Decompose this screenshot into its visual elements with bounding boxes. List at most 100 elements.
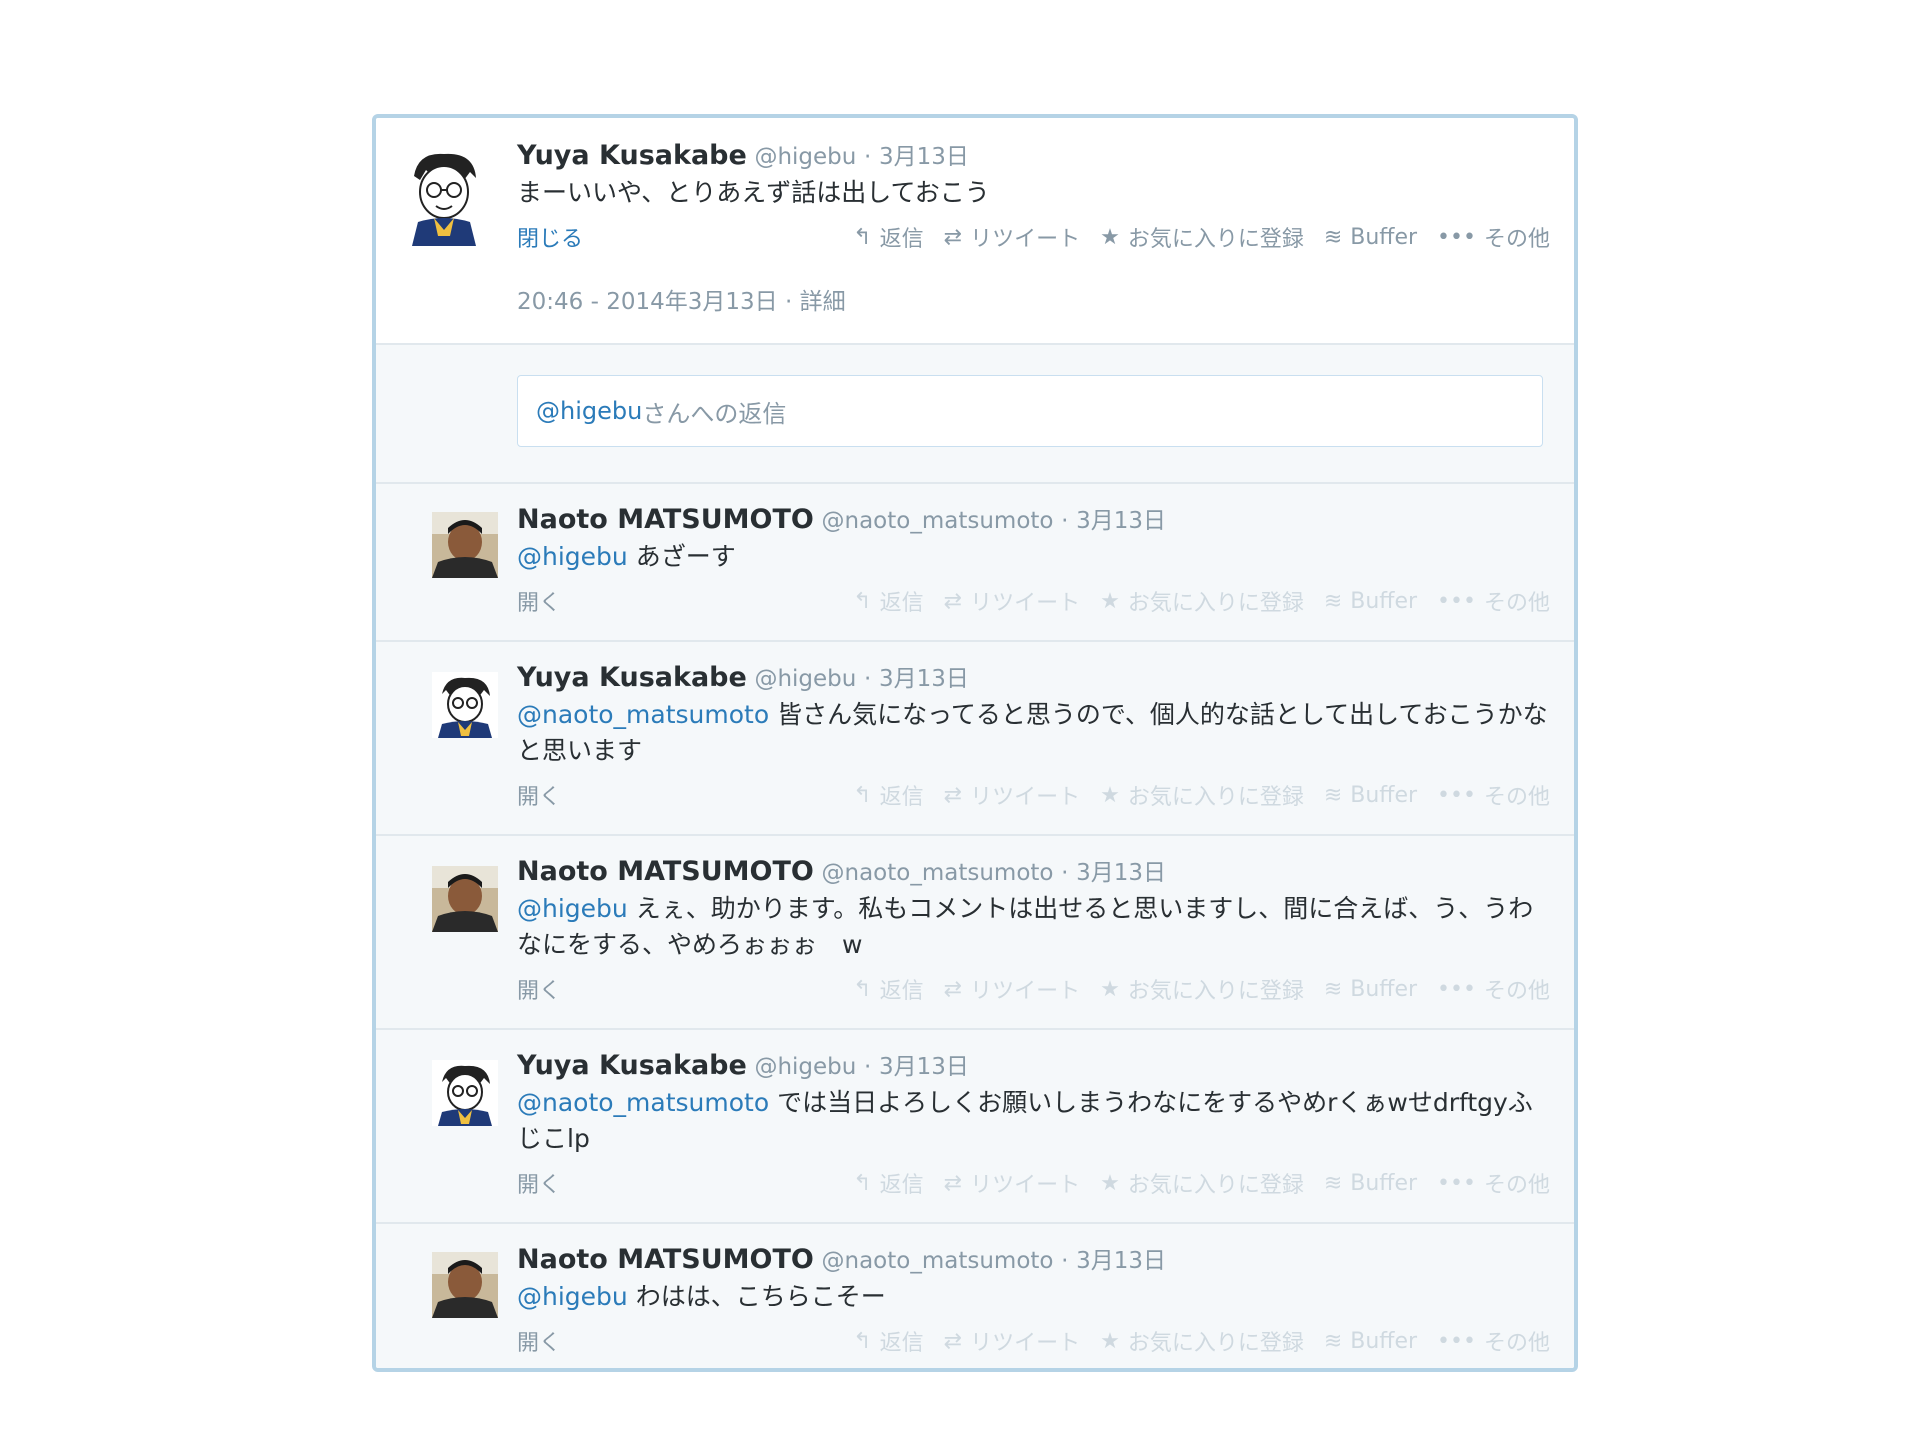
star-icon: ★: [1100, 588, 1120, 614]
reply-arrow-icon: ↰: [853, 976, 872, 1002]
favorite-button[interactable]: ★ お気に入りに登録: [1100, 221, 1304, 253]
mention-link[interactable]: @higebu: [517, 542, 628, 571]
more-label: その他: [1483, 1173, 1550, 1198]
tweet-actions: 開く ↰ 返信 ⇄ リツイート ★ お気に入りに登録 ≋ Buffer ••• その他: [517, 1163, 1550, 1199]
mention-link[interactable]: @higebu: [517, 1282, 628, 1311]
more-label: その他: [1483, 1331, 1550, 1356]
retweet-label: リツイート: [970, 591, 1081, 616]
tweet-date[interactable]: 3月13日: [1076, 860, 1166, 886]
tweet-actions: 閉じる ↰ 返信 ⇄ リツイート ★ お気に入りに登録 ≋ Buffer ••• その他: [517, 217, 1550, 253]
tweet-actions: 開く ↰ 返信 ⇄ リツイート ★ お気に入りに登録 ≋ Buffer ••• その他: [517, 969, 1550, 1005]
avatar-yuya[interactable]: [432, 1060, 498, 1126]
favorite-label: お気に入りに登録: [1127, 591, 1304, 616]
reply-tweet[interactable]: Yuya Kusakabe @higebu · 3月13日 @naoto_mat…: [376, 642, 1574, 836]
separator: ·: [1061, 860, 1069, 886]
author-name[interactable]: Yuya Kusakabe: [517, 662, 747, 693]
retweet-button[interactable]: ⇄ リツイート: [944, 973, 1080, 1005]
avatar-yuya[interactable]: [404, 146, 484, 246]
author-name[interactable]: Naoto MATSUMOTO: [517, 856, 814, 887]
collapse-link[interactable]: 閉じる: [517, 221, 583, 253]
star-icon: ★: [1100, 976, 1120, 1002]
retweet-button[interactable]: ⇄ リツイート: [944, 779, 1080, 811]
tweet-text: @higebu わはは、こちらこそー: [517, 1279, 1550, 1315]
buffer-button[interactable]: ≋ Buffer: [1324, 585, 1417, 617]
avatar-naoto[interactable]: [432, 1252, 498, 1318]
retweet-button[interactable]: ⇄ リツイート: [944, 585, 1080, 617]
expand-link[interactable]: 開く: [517, 779, 561, 811]
avatar-yuya[interactable]: [432, 672, 498, 738]
more-label: その他: [1483, 227, 1550, 252]
author-handle[interactable]: @higebu: [754, 1054, 856, 1080]
expand-link[interactable]: 開く: [517, 585, 561, 617]
author-handle[interactable]: @naoto_matsumoto: [822, 1248, 1054, 1274]
retweet-icon: ⇄: [943, 1170, 963, 1196]
retweet-label: リツイート: [970, 979, 1081, 1004]
avatar-naoto[interactable]: [432, 866, 498, 932]
mention-link[interactable]: @naoto_matsumoto: [517, 700, 769, 729]
tweet-header: Naoto MATSUMOTO @naoto_matsumoto · 3月13日: [517, 1244, 1550, 1277]
more-button[interactable]: ••• その他: [1437, 221, 1550, 253]
reply-tweet[interactable]: Naoto MATSUMOTO @naoto_matsumoto · 3月13日…: [376, 484, 1574, 642]
favorite-button[interactable]: ★ お気に入りに登録: [1100, 779, 1304, 811]
buffer-button[interactable]: ≋ Buffer: [1324, 1325, 1417, 1357]
reply-tweet[interactable]: Yuya Kusakabe @higebu · 3月13日 @naoto_mat…: [376, 1030, 1574, 1224]
expand-link[interactable]: 開く: [517, 973, 561, 1005]
reply-tweet[interactable]: Naoto MATSUMOTO @naoto_matsumoto · 3月13日…: [376, 1224, 1574, 1368]
favorite-button[interactable]: ★ お気に入りに登録: [1100, 585, 1304, 617]
more-button[interactable]: ••• その他: [1437, 973, 1550, 1005]
author-handle[interactable]: @higebu: [754, 666, 856, 692]
star-icon: ★: [1100, 782, 1120, 808]
reply-label: 返信: [879, 1331, 924, 1356]
buffer-button[interactable]: ≋ Buffer: [1324, 1167, 1417, 1199]
buffer-button[interactable]: ≋ Buffer: [1324, 779, 1417, 811]
tweet-timestamp[interactable]: 20:46 - 2014年3月13日 · 詳細: [517, 282, 846, 316]
favorite-button[interactable]: ★ お気に入りに登録: [1100, 1325, 1304, 1357]
reply-button[interactable]: ↰ 返信: [853, 1167, 923, 1199]
author-name[interactable]: Naoto MATSUMOTO: [517, 1244, 814, 1275]
expand-link[interactable]: 開く: [517, 1167, 561, 1199]
favorite-label: お気に入りに登録: [1127, 227, 1304, 252]
retweet-button[interactable]: ⇄ リツイート: [944, 1167, 1080, 1199]
tweet-header: Yuya Kusakabe @higebu · 3月13日: [517, 140, 1550, 173]
tweet-content: Naoto MATSUMOTO @naoto_matsumoto · 3月13日…: [517, 504, 1550, 617]
more-button[interactable]: ••• その他: [1437, 1167, 1550, 1199]
tweet-date[interactable]: 3月13日: [1076, 508, 1166, 534]
expand-link[interactable]: 開く: [517, 1325, 561, 1357]
reply-arrow-icon: ↰: [853, 224, 872, 250]
more-button[interactable]: ••• その他: [1437, 1325, 1550, 1357]
tweet-text: @naoto_matsumoto 皆さん気になってると思うので、個人的な話として…: [517, 697, 1550, 769]
retweet-button[interactable]: ⇄ リツイート: [944, 1325, 1080, 1357]
author-name[interactable]: Yuya Kusakabe: [517, 1050, 747, 1081]
conversation-panel: Yuya Kusakabe @higebu · 3月13日 まーいいや、とりあえ…: [372, 114, 1578, 1372]
buffer-button[interactable]: ≋ Buffer: [1324, 221, 1417, 253]
tweet-date[interactable]: 3月13日: [879, 666, 969, 692]
reply-button[interactable]: ↰ 返信: [853, 779, 923, 811]
favorite-button[interactable]: ★ お気に入りに登録: [1100, 973, 1304, 1005]
reply-button[interactable]: ↰ 返信: [853, 973, 923, 1005]
favorite-label: お気に入りに登録: [1127, 1331, 1304, 1356]
mention-link[interactable]: @higebu: [517, 894, 628, 923]
author-name[interactable]: Naoto MATSUMOTO: [517, 504, 814, 535]
reply-input[interactable]: @higebu さんへの返信: [517, 375, 1543, 447]
tweet-date[interactable]: 3月13日: [879, 1054, 969, 1080]
reply-tweet[interactable]: Naoto MATSUMOTO @naoto_matsumoto · 3月13日…: [376, 836, 1574, 1030]
mention-link[interactable]: @naoto_matsumoto: [517, 1088, 769, 1117]
reply-button[interactable]: ↰ 返信: [853, 585, 923, 617]
more-button[interactable]: ••• その他: [1437, 779, 1550, 811]
more-button[interactable]: ••• その他: [1437, 585, 1550, 617]
author-handle[interactable]: @higebu: [754, 144, 856, 170]
author-handle[interactable]: @naoto_matsumoto: [822, 860, 1054, 886]
buffer-button[interactable]: ≋ Buffer: [1324, 973, 1417, 1005]
expanded-tweet[interactable]: Yuya Kusakabe @higebu · 3月13日 まーいいや、とりあえ…: [376, 118, 1574, 345]
avatar-naoto[interactable]: [432, 512, 498, 578]
favorite-button[interactable]: ★ お気に入りに登録: [1100, 1167, 1304, 1199]
author-name[interactable]: Yuya Kusakabe: [517, 140, 747, 171]
tweet-date[interactable]: 3月13日: [879, 144, 969, 170]
reply-arrow-icon: ↰: [853, 588, 872, 614]
tweet-body: えぇ、助かります。私もコメントは出せると思いますし、間に合えば、う、うわなにをす…: [517, 894, 1534, 959]
retweet-button[interactable]: ⇄ リツイート: [944, 221, 1080, 253]
author-handle[interactable]: @naoto_matsumoto: [822, 508, 1054, 534]
reply-button[interactable]: ↰ 返信: [853, 1325, 923, 1357]
tweet-date[interactable]: 3月13日: [1076, 1248, 1166, 1274]
reply-button[interactable]: ↰ 返信: [853, 221, 923, 253]
